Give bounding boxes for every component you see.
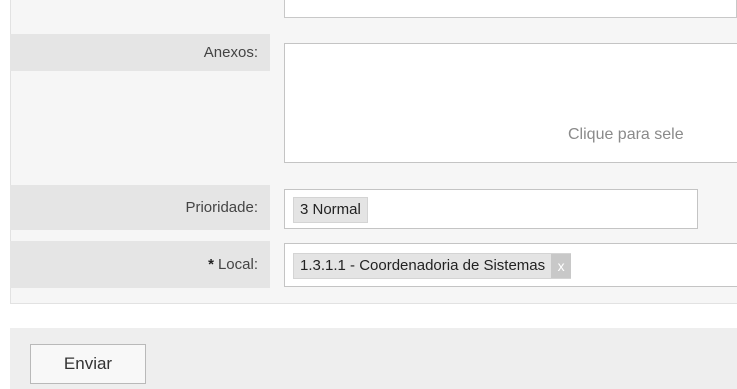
local-label: * Local: — [10, 241, 270, 288]
anexos-label: Anexos: — [10, 34, 270, 71]
local-selected-token: 1.3.1.1 - Coordenadoria de Sistemas x — [293, 253, 572, 279]
remove-icon[interactable]: x — [551, 254, 572, 278]
prioridade-label-text: Prioridade: — [185, 199, 258, 216]
anexos-label-text: Anexos: — [203, 44, 258, 61]
prioridade-selected-token: 3 Normal — [293, 197, 368, 223]
required-marker: * — [208, 256, 214, 273]
local-select[interactable]: 1.3.1.1 - Coordenadoria de Sistemas x — [284, 243, 737, 287]
previous-field-box[interactable] — [284, 0, 737, 18]
local-token-text: 1.3.1.1 - Coordenadoria de Sistemas — [300, 257, 546, 274]
dropzone-hint: Clique para sele — [568, 126, 684, 143]
prioridade-label: Prioridade: — [10, 185, 270, 230]
submit-button[interactable]: Enviar — [30, 344, 146, 384]
local-label-text: Local: — [217, 256, 258, 273]
prioridade-select[interactable]: 3 Normal — [284, 189, 698, 229]
